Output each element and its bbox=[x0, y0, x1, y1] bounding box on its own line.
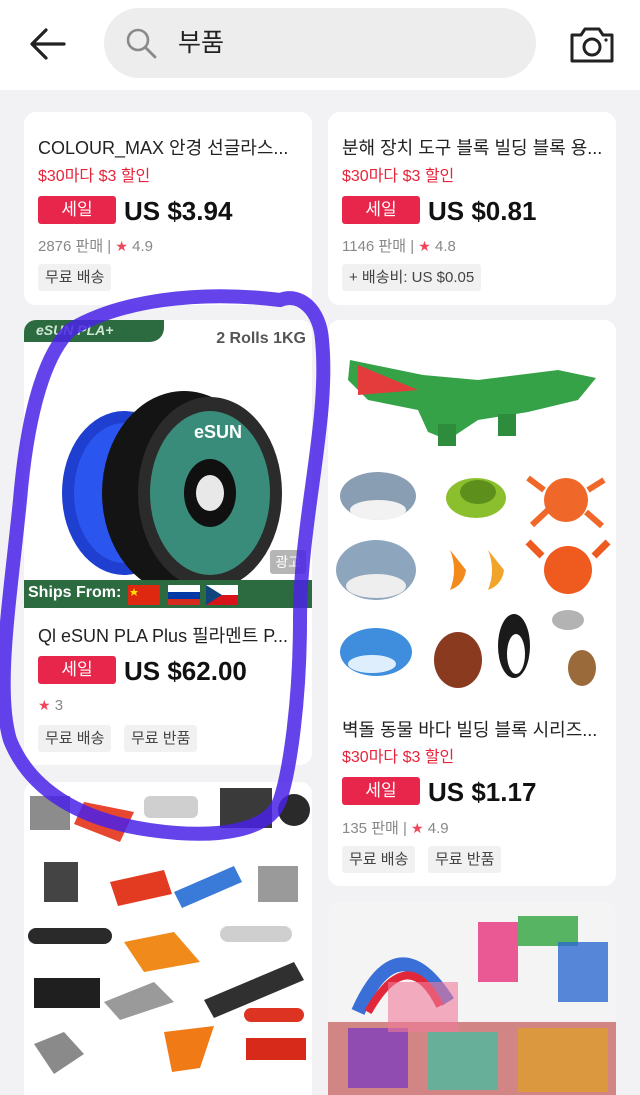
product-card[interactable]: 분해 장치 도구 블록 빌딩 블록 용... $30마다 $3 할인 세일 US… bbox=[328, 112, 616, 305]
sales-rating: 2876 판매 | ★ 4.9 bbox=[38, 238, 153, 255]
product-price: US $62.00 bbox=[124, 656, 247, 686]
search-query: 부품 bbox=[178, 29, 225, 57]
search-icon bbox=[126, 28, 157, 59]
sale-badge: 세일 bbox=[38, 196, 116, 224]
back-arrow-icon[interactable] bbox=[26, 22, 70, 66]
promo-text: $30마다 $3 할인 bbox=[38, 168, 151, 185]
free-return-tag: 무료 반품 bbox=[124, 725, 198, 752]
rating: ★ 3 bbox=[38, 697, 63, 714]
sales-rating: 135 판매 | ★ 4.9 bbox=[342, 820, 449, 837]
product-title: 분해 장치 도구 블록 빌딩 블록 용... bbox=[342, 138, 603, 158]
ships-from-label: Ships From: bbox=[28, 584, 122, 601]
russia-flag-icon bbox=[168, 585, 200, 605]
block-parts-image bbox=[24, 782, 312, 1095]
rating-value: 4.9 bbox=[132, 238, 153, 255]
ships-from-bar: Ships From: bbox=[24, 580, 312, 608]
sale-badge: 세일 bbox=[38, 656, 116, 684]
product-title: 벽돌 동물 바다 빌딩 블록 시리즈... bbox=[342, 720, 598, 740]
sold-count: 135 판매 bbox=[342, 820, 399, 837]
star-icon: ★ bbox=[418, 238, 431, 254]
sold-count: 2876 판매 bbox=[38, 238, 104, 255]
product-price: US $0.81 bbox=[428, 196, 537, 226]
product-image bbox=[328, 320, 616, 700]
product-price: US $1.17 bbox=[428, 777, 537, 807]
filament-spools-image: eSUN bbox=[62, 391, 282, 595]
svg-text:eSUN: eSUN bbox=[194, 422, 242, 442]
promo-text: $30마다 $3 할인 bbox=[342, 749, 455, 766]
rating-value: 4.9 bbox=[427, 820, 449, 837]
star-icon: ★ bbox=[38, 697, 51, 713]
free-shipping-tag: 무료 배송 bbox=[342, 846, 416, 873]
sales-rating: 1146 판매 | ★ 4.8 bbox=[342, 238, 456, 255]
free-shipping-tag: 무료 배송 bbox=[38, 264, 112, 291]
camera-icon[interactable] bbox=[568, 23, 616, 65]
product-card[interactable]: COLOUR_MAX 안경 선글라스... $30마다 $3 할인 세일 US … bbox=[24, 112, 312, 305]
product-card[interactable]: 벽돌 동물 바다 빌딩 블록 시리즈... $30마다 $3 할인 세일 US … bbox=[328, 320, 616, 886]
czech-flag-icon bbox=[206, 585, 238, 605]
promo-text: $30마다 $3 할인 bbox=[342, 168, 455, 185]
product-title: COLOUR_MAX 안경 선글라스... bbox=[38, 138, 289, 158]
product-price: US $3.94 bbox=[124, 196, 233, 226]
china-flag-icon bbox=[128, 585, 160, 605]
star-icon: ★ bbox=[115, 238, 128, 254]
brand-badge: eSUN PLA+ bbox=[24, 320, 164, 342]
sale-badge: 세일 bbox=[342, 196, 420, 224]
product-card[interactable]: eSUN PLA+ 2 Rolls 1KG eSUN Ships From: 광… bbox=[24, 320, 312, 765]
sale-badge: 세일 bbox=[342, 777, 420, 805]
search-input[interactable]: 부품 bbox=[104, 8, 536, 78]
shipping-fee-tag: + 배송비: US $0.05 bbox=[342, 264, 482, 291]
rating-value: 3 bbox=[54, 697, 64, 714]
sea-animal-blocks-image bbox=[336, 360, 611, 688]
product-image: eSUN PLA+ 2 Rolls 1KG eSUN Ships From: 광… bbox=[24, 320, 312, 608]
sold-count: 1146 판매 bbox=[342, 238, 407, 255]
free-shipping-tag: 무료 배송 bbox=[38, 725, 112, 752]
product-card[interactable] bbox=[328, 902, 616, 1095]
magnetic-tiles-image bbox=[328, 902, 616, 1095]
product-title: Ql eSUN PLA Plus 필라멘트 P... bbox=[38, 626, 288, 646]
rating-value: 4.8 bbox=[435, 238, 456, 255]
ad-label: 광고 bbox=[270, 550, 306, 574]
top-bar: 부품 bbox=[0, 0, 640, 90]
star-icon: ★ bbox=[411, 820, 424, 836]
free-return-tag: 무료 반품 bbox=[428, 846, 502, 873]
product-card[interactable] bbox=[24, 782, 312, 1095]
rolls-label: 2 Rolls 1KG bbox=[216, 330, 306, 347]
